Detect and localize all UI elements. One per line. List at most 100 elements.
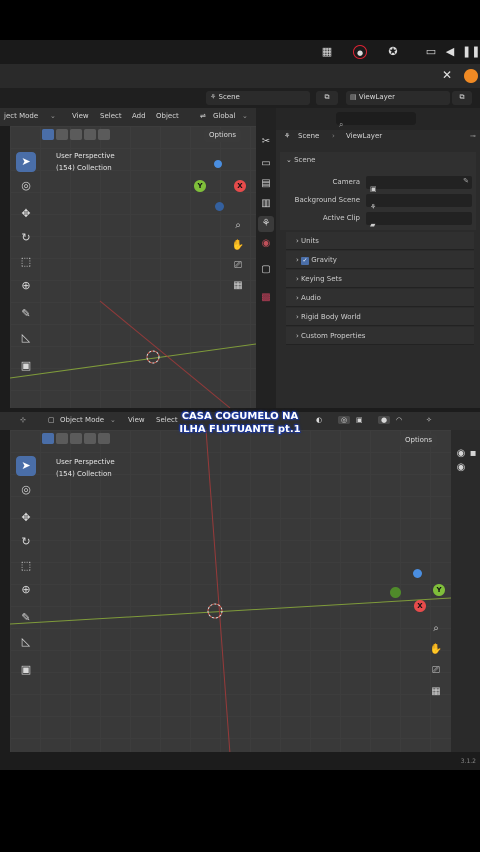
new-scene-button[interactable]: ⧉ (316, 91, 338, 105)
overlay-icon[interactable]: ◎ (338, 416, 351, 424)
rotate-tool-icon-bottom[interactable]: ↻ (16, 532, 36, 552)
measure-tool-icon[interactable]: ◺ (16, 328, 36, 348)
gizmo-x-axis[interactable]: X (234, 180, 246, 192)
close-icon[interactable]: ✕ (442, 68, 452, 82)
transform-tool-icon-bottom[interactable]: ⊕ (16, 580, 36, 600)
visibility-icon[interactable]: ◐ (316, 416, 322, 424)
panel-custom-properties[interactable]: › Custom Properties (286, 327, 474, 345)
menu-object[interactable]: Object (156, 112, 179, 120)
add-cube-tool-icon-bottom[interactable]: ▣ (16, 660, 36, 680)
add-cube-tool-icon[interactable]: ▣ (16, 356, 36, 376)
gravity-checkbox[interactable]: ✓ (301, 257, 310, 265)
options-button[interactable]: Options (204, 129, 242, 142)
bottom-3d-viewport[interactable]: Options User Perspective (154) Collectio… (10, 430, 451, 754)
gizmo-y-axis-bottom[interactable]: Y (433, 584, 445, 596)
rotate-tool-icon[interactable]: ↻ (16, 228, 36, 248)
scene-tab-icon[interactable]: ⚘ (258, 216, 274, 232)
background-scene-field[interactable]: ⚘ (366, 194, 472, 211)
scene-selector[interactable]: ⚘ Scene (206, 91, 310, 105)
camera-view-icon-bottom[interactable]: ⎚ (428, 663, 444, 679)
menu-view-bottom[interactable]: View (128, 416, 145, 424)
transform-tool-icon[interactable]: ⊕ (16, 276, 36, 296)
move-tool-icon[interactable]: ✥ (16, 204, 36, 224)
select-tool-icon[interactable]: ➤ (16, 152, 36, 172)
viewlayer-selector[interactable]: ▤ ViewLayer (346, 91, 450, 105)
select-mode-intersect-bottom[interactable] (98, 433, 110, 444)
gizmo-neg-y-axis-bottom[interactable] (390, 587, 401, 598)
render-preview-icon[interactable]: ✧ (426, 416, 432, 424)
collection-tab-icon[interactable]: ▢ (258, 262, 274, 278)
gizmo-x-axis-bottom[interactable]: X (414, 600, 426, 612)
menu-select[interactable]: Select (100, 112, 122, 120)
select-tool-icon-bottom[interactable]: ➤ (16, 456, 36, 476)
record-icon[interactable]: ● (353, 45, 367, 59)
camera-view-icon[interactable]: ⎚ (230, 258, 246, 274)
cursor-tool-icon-bottom[interactable]: ◎ (16, 480, 36, 500)
output-tab-icon[interactable]: ▤ (258, 176, 274, 192)
top-3d-viewport[interactable]: Options User Perspective (154) Collectio… (10, 126, 256, 408)
new-viewlayer-button[interactable]: ⧉ (452, 91, 472, 105)
select-mode-intersect[interactable] (98, 129, 110, 140)
gizmo-neg-z-axis[interactable] (215, 202, 224, 211)
shading-solid-icon[interactable]: ● (378, 416, 391, 424)
world-tab-icon[interactable]: ◉ (258, 236, 274, 252)
panel-keying-sets[interactable]: › Keying Sets (286, 270, 474, 288)
zoom-icon[interactable]: ⌕ (230, 218, 246, 234)
editor-type-icon[interactable]: ⊹ (20, 416, 26, 424)
cast-icon[interactable]: ▭ (424, 45, 438, 59)
grid-view-icon-bottom[interactable]: ▦ (428, 684, 444, 700)
viewlayer-name: ViewLayer (358, 93, 395, 101)
scale-tool-icon-bottom[interactable]: ⬚ (16, 556, 36, 576)
tool-tab-icon[interactable]: ✂ (258, 134, 274, 150)
camera-field[interactable]: ▣ ✎ (366, 176, 472, 193)
active-clip-field[interactable]: ▰ (366, 212, 472, 229)
view-layer-tab-icon[interactable]: ▥ (258, 196, 274, 212)
select-mode-invert-bottom[interactable] (84, 433, 96, 444)
pan-hand-icon-bottom[interactable]: ✋ (428, 642, 444, 658)
shading-wire-icon[interactable]: ◠ (396, 416, 402, 424)
select-mode-extend[interactable] (56, 129, 68, 140)
mode-dropdown[interactable]: ject Mode (4, 112, 38, 120)
scale-tool-icon[interactable]: ⬚ (16, 252, 36, 272)
panel-rigid-body-world[interactable]: › Rigid Body World (286, 308, 474, 326)
pause-icon[interactable]: ❚❚ (462, 45, 480, 59)
accessibility-icon[interactable]: ✪ (386, 45, 400, 59)
menu-add[interactable]: Add (132, 112, 146, 120)
xray-icon[interactable]: ▣ (356, 416, 363, 424)
pin-icon[interactable]: ⊸ (470, 132, 476, 140)
pan-hand-icon[interactable]: ✋ (230, 238, 246, 254)
menu-select-bottom[interactable]: Select (156, 416, 178, 424)
select-mode-new-bottom[interactable] (42, 433, 54, 444)
transform-orientation-dropdown[interactable]: Global (213, 112, 235, 120)
measure-tool-icon-bottom[interactable]: ◺ (16, 632, 36, 652)
properties-search[interactable]: ⌕ (336, 112, 416, 129)
texture-tab-icon[interactable]: ▩ (258, 290, 274, 306)
gizmo-z-axis[interactable] (214, 160, 222, 168)
annotate-tool-icon-bottom[interactable]: ✎ (16, 608, 36, 628)
menu-view[interactable]: View (72, 112, 89, 120)
properties-header: ⌕ (276, 108, 480, 130)
panel-audio[interactable]: › Audio (286, 289, 474, 307)
select-mode-subtract[interactable] (70, 129, 82, 140)
panel-units[interactable]: › Units (286, 232, 474, 250)
eyedropper-icon[interactable]: ✎ (463, 177, 469, 185)
cursor-tool-icon[interactable]: ◎ (16, 176, 36, 196)
select-mode-extend-bottom[interactable] (56, 433, 68, 444)
section-scene-label[interactable]: ⌄ Scene (286, 156, 315, 164)
gizmo-z-axis-bottom[interactable] (413, 569, 422, 578)
select-mode-subtract-bottom[interactable] (70, 433, 82, 444)
layers-icon[interactable]: ▦ (320, 45, 334, 59)
zoom-icon-bottom[interactable]: ⌕ (428, 621, 444, 637)
select-mode-invert[interactable] (84, 129, 96, 140)
gizmo-y-axis[interactable]: Y (194, 180, 206, 192)
move-tool-icon-bottom[interactable]: ✥ (16, 508, 36, 528)
render-tab-icon[interactable]: ▭ (258, 156, 274, 172)
panel-gravity[interactable]: › ✓ Gravity (286, 251, 474, 269)
grid-view-icon[interactable]: ▦ (230, 278, 246, 294)
select-mode-new[interactable] (42, 129, 54, 140)
volume-icon[interactable]: ◀ (443, 45, 457, 59)
mode-dropdown-bottom[interactable]: Object Mode (60, 416, 104, 424)
options-button-bottom[interactable]: Options (400, 434, 438, 447)
annotate-tool-icon[interactable]: ✎ (16, 304, 36, 324)
eye-icon-2[interactable]: ◉ (453, 460, 469, 476)
